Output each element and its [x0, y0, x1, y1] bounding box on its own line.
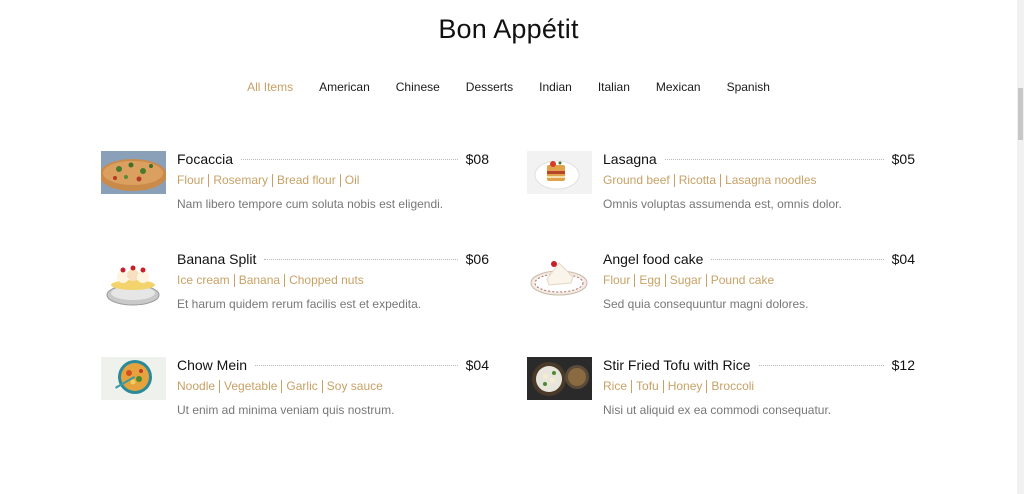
ingredient-tag: Broccoli [706, 380, 758, 393]
item-price: $06 [465, 251, 489, 267]
item-price: $04 [465, 357, 489, 373]
filter-desserts[interactable]: Desserts [453, 80, 526, 94]
lasagna-image [527, 151, 592, 194]
ingredient-tag: Lasagna noodles [720, 174, 820, 187]
filter-spanish[interactable]: Spanish [714, 80, 783, 94]
ingredient-tag: Oil [339, 174, 364, 187]
item-price: $05 [891, 151, 915, 167]
ingredient-tag: Chopped nuts [284, 274, 368, 287]
ingredient-list: Flour Egg Sugar Pound cake [603, 274, 778, 287]
ingredient-tag: Banana [233, 274, 284, 287]
item-description: Ut enim ad minima veniam quis nostrum. [177, 403, 395, 417]
page-title: Bon Appétit [438, 14, 579, 44]
item-description: Omnis voluptas assumenda est, omnis dolo… [603, 197, 842, 211]
item-price: $04 [891, 251, 915, 267]
ingredient-tag: Ground beef [603, 173, 670, 187]
angel-food-cake-image [527, 251, 592, 301]
item-price: $12 [891, 357, 915, 373]
item-description: Et harum quidem rerum facilis est et exp… [177, 297, 422, 311]
menu-item: Stir Fried Tofu with Rice $12 Rice Tofu … [527, 357, 915, 421]
filter-chinese[interactable]: Chinese [383, 80, 453, 94]
menu-item: Focaccia $08 Flour Rosemary Bread flour … [101, 151, 489, 215]
ingredient-tag: Sugar [664, 274, 706, 287]
ingredient-list: Flour Rosemary Bread flour Oil [177, 174, 363, 187]
menu-filter-nav: All Items American Chinese Desserts Indi… [0, 80, 1017, 94]
dotted-leader [264, 258, 458, 260]
menu-item: Chow Mein $04 Noodle Vegetable Garlic So… [101, 357, 489, 421]
banana-split-image [101, 251, 166, 311]
ingredient-tag: Soy sauce [321, 380, 387, 393]
ingredient-list: Ice cream Banana Chopped nuts [177, 274, 368, 287]
scrollbar[interactable] [1017, 0, 1024, 494]
item-name: Banana Split [177, 251, 257, 267]
ingredient-list: Noodle Vegetable Garlic Soy sauce [177, 380, 387, 393]
filter-all-items[interactable]: All Items [234, 80, 306, 94]
item-description: Nisi ut aliquid ex ea commodi consequatu… [603, 403, 832, 417]
ingredient-tag: Flour [603, 273, 631, 287]
ingredient-list: Ground beef Ricotta Lasagna noodles [603, 174, 821, 187]
dotted-leader [758, 364, 884, 366]
ingredient-list: Rice Tofu Honey Broccoli [603, 380, 758, 393]
filter-indian[interactable]: Indian [526, 80, 585, 94]
item-name: Stir Fried Tofu with Rice [603, 357, 751, 373]
filter-italian[interactable]: Italian [585, 80, 643, 94]
item-name: Focaccia [177, 151, 234, 167]
dotted-leader [241, 158, 458, 160]
filter-mexican[interactable]: Mexican [643, 80, 714, 94]
dotted-leader [664, 158, 884, 160]
ingredient-tag: Pound cake [705, 274, 778, 287]
item-description: Sed quia consequuntur magni dolores. [603, 297, 809, 311]
dotted-leader [711, 258, 884, 260]
ingredient-tag: Rice [603, 379, 628, 393]
menu-item: Lasagna $05 Ground beef Ricotta Lasagna … [527, 151, 915, 215]
filter-american[interactable]: American [306, 80, 383, 94]
item-name: Lasagna [603, 151, 657, 167]
item-description: Nam libero tempore cum soluta nobis est … [177, 197, 444, 211]
ingredient-tag: Vegetable [219, 380, 281, 393]
ingredient-tag: Noodle [177, 379, 216, 393]
ingredient-tag: Honey [662, 380, 707, 393]
scrollbar-thumb[interactable] [1018, 88, 1023, 140]
ingredient-tag: Garlic [281, 380, 321, 393]
menu-item: Angel food cake $04 Flour Egg Sugar Poun… [527, 251, 915, 315]
focaccia-image [101, 151, 166, 194]
dotted-leader [255, 364, 458, 366]
chow-mein-image [101, 357, 166, 400]
menu-item: Banana Split $06 Ice cream Banana Choppe… [101, 251, 489, 315]
item-name: Angel food cake [603, 251, 704, 267]
ingredient-tag: Bread flour [272, 174, 340, 187]
item-name: Chow Mein [177, 357, 248, 373]
ingredient-tag: Tofu [631, 380, 663, 393]
ingredient-tag: Ricotta [673, 174, 720, 187]
item-price: $08 [465, 151, 489, 167]
ingredient-tag: Egg [634, 274, 664, 287]
ingredient-tag: Flour [177, 173, 205, 187]
ingredient-tag: Ice cream [177, 273, 230, 287]
stir-fried-tofu-image [527, 357, 592, 400]
ingredient-tag: Rosemary [208, 174, 272, 187]
